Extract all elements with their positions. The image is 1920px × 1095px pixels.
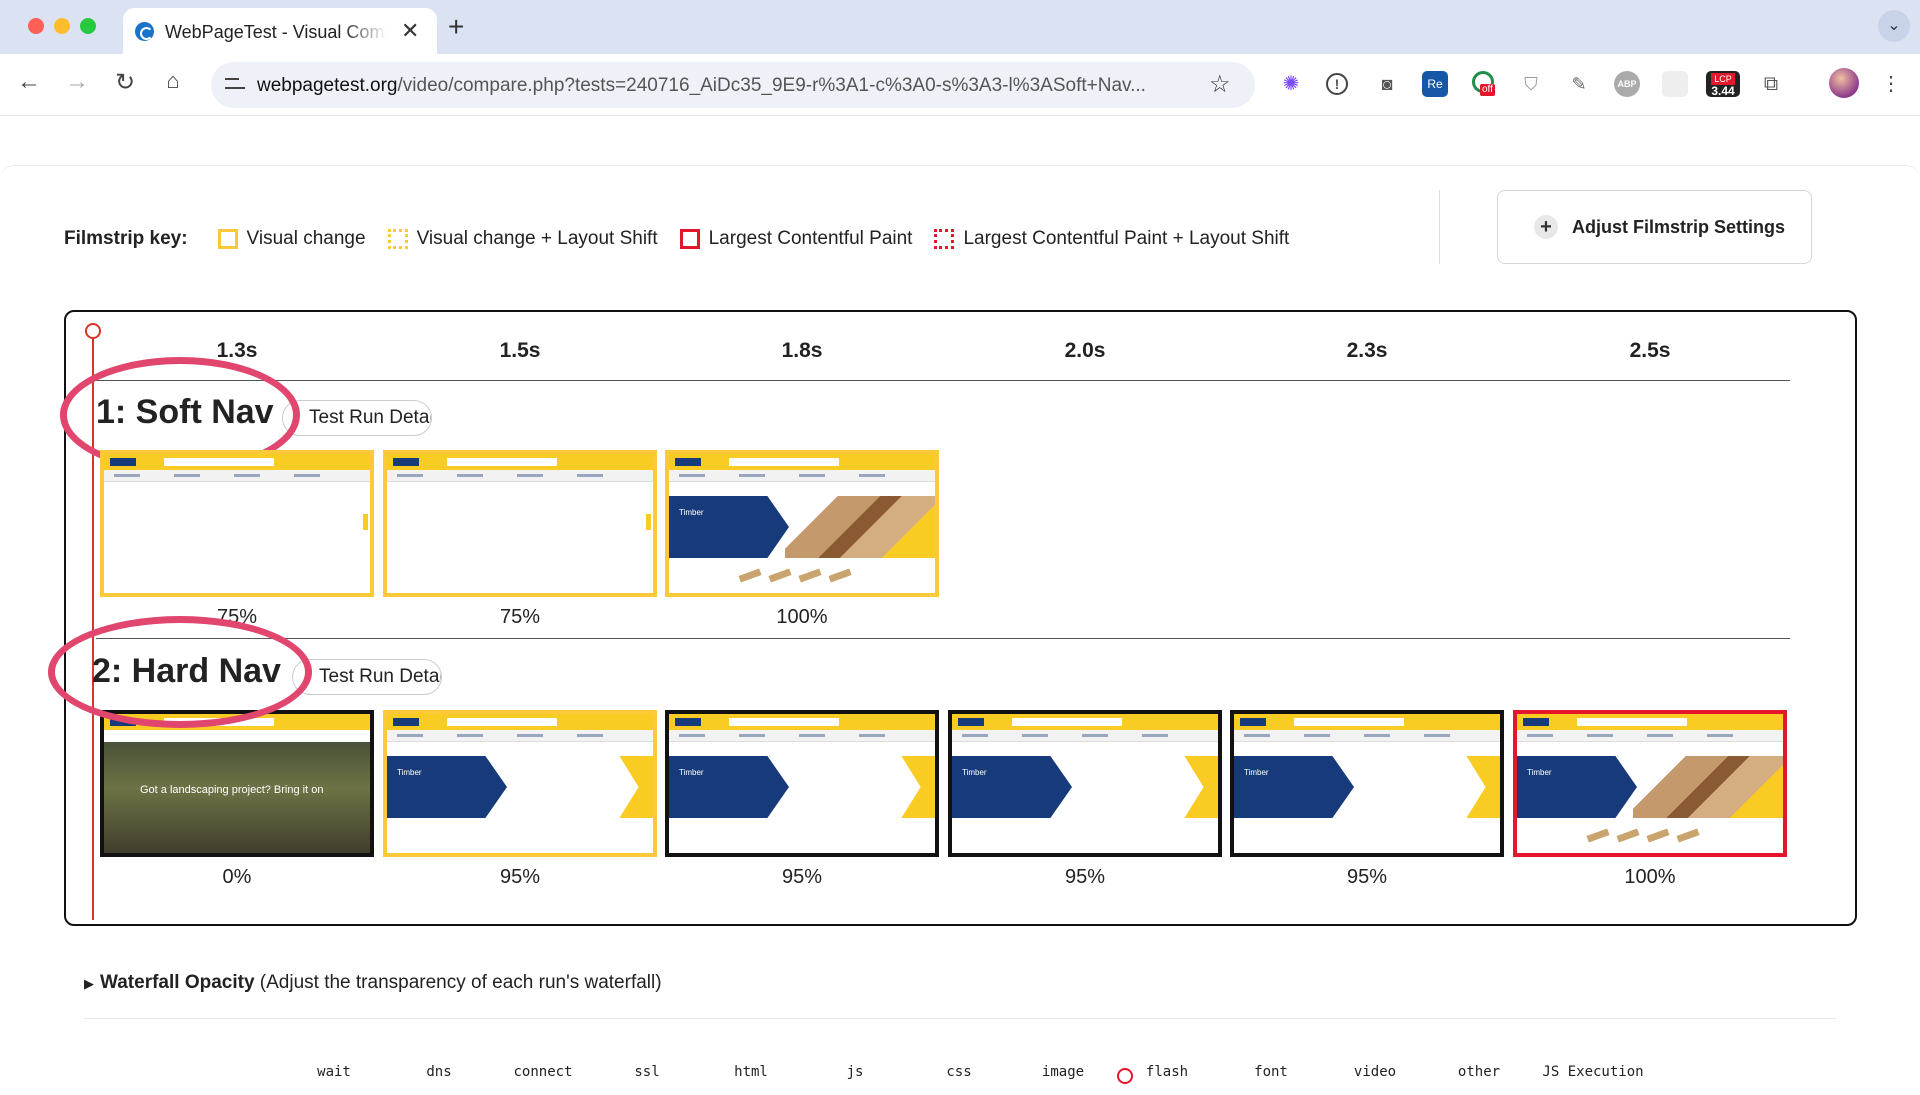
minimize-window-button[interactable]	[54, 18, 70, 34]
time-label: 1.5s	[499, 339, 541, 362]
tab-search-chevron-icon[interactable]: ⌄	[1878, 10, 1910, 42]
extension-pin-icon[interactable]: ✎	[1566, 71, 1592, 97]
disclosure-triangle-icon: ▶	[84, 976, 94, 991]
extension-lcp-icon[interactable]: LCP 3.44	[1706, 71, 1740, 97]
browser-menu-kebab-icon[interactable]: ⋮	[1878, 71, 1904, 97]
run-2-frame-1[interactable]: Got a landscaping project? Bring it on	[100, 710, 374, 857]
browser-toolbar: ← → ↻ ⌂ webpagetest.org/video/compare.ph…	[0, 54, 1920, 116]
run-2-frame-6[interactable]: Timber	[1513, 710, 1787, 857]
visual-change-layout-shift-swatch	[387, 229, 408, 249]
annotation-circle-run-2	[48, 616, 312, 728]
run-2-frame-3[interactable]: Timber	[665, 710, 939, 857]
time-header-divider	[96, 380, 1790, 381]
plus-icon: +	[1534, 215, 1558, 239]
webpagetest-favicon-icon	[135, 22, 154, 41]
visual-change-swatch	[217, 229, 238, 249]
extension-shield-icon[interactable]: ⛉	[1518, 71, 1544, 97]
extension-readability-icon[interactable]: Re	[1422, 71, 1448, 97]
legend-js: js	[846, 1064, 864, 1080]
run-2-frame-5[interactable]: Timber	[1230, 710, 1504, 857]
extension-adblock-icon[interactable]: ABP	[1614, 71, 1640, 97]
run-2-frame-6-progress: 100%	[1624, 866, 1676, 888]
filmstrip-key: Filmstrip key: Visual change Visual chan…	[64, 228, 1311, 250]
run-1-label: 1: Soft Nav	[96, 393, 274, 431]
tab-title: WebPageTest - Visual Compa	[165, 22, 387, 42]
back-button[interactable]: ←	[14, 68, 44, 96]
legend-ssl: ssl	[634, 1064, 660, 1080]
legend-video: video	[1353, 1064, 1397, 1080]
run-2-frame-1-progress: 0%	[222, 866, 252, 888]
close-window-button[interactable]	[28, 18, 44, 34]
legend-dns: dns	[426, 1064, 452, 1080]
legend-other: other	[1457, 1064, 1501, 1080]
legend-font: font	[1254, 1064, 1288, 1080]
url-text[interactable]: webpagetest.org/video/compare.php?tests=…	[257, 75, 1197, 97]
time-label: 2.5s	[1629, 339, 1671, 362]
extension-camera-icon[interactable]: ◙	[1374, 71, 1400, 97]
run-1-frame-3[interactable]: Timber	[665, 450, 939, 597]
legend-js-execution: JS Execution	[1542, 1064, 1644, 1080]
key-lcp-layout-shift: Largest Contentful Paint + Layout Shift	[934, 228, 1289, 250]
extensions-puzzle-icon[interactable]: ⧉	[1758, 71, 1784, 97]
extension-gear-icon[interactable]: ✺	[1278, 71, 1304, 97]
forward-button[interactable]: →	[62, 68, 92, 96]
run-1-frame-2[interactable]	[383, 450, 657, 597]
run-2-frame-2[interactable]: Timber	[383, 710, 657, 857]
key-visual-change-layout-shift: Visual change + Layout Shift	[387, 228, 658, 250]
time-label: 1.8s	[781, 339, 823, 362]
run-divider	[96, 638, 1790, 639]
lcp-swatch	[679, 229, 700, 249]
key-lcp: Largest Contentful Paint	[679, 228, 912, 250]
profile-avatar[interactable]	[1829, 68, 1859, 98]
home-button[interactable]: ⌂	[158, 68, 188, 94]
site-settings-icon[interactable]	[225, 74, 247, 94]
run-2-frame-2-progress: 95%	[499, 866, 541, 888]
extension-info-icon[interactable]: !	[1326, 73, 1348, 95]
extension-off-icon[interactable]: off	[1472, 71, 1498, 97]
run-1-frame-2-progress: 75%	[499, 606, 541, 628]
address-bar[interactable]: webpagetest.org/video/compare.php?tests=…	[211, 62, 1255, 108]
run-2-frame-4-progress: 95%	[1064, 866, 1106, 888]
tab-close-icon[interactable]: ✕	[401, 18, 419, 44]
run-1-details-button[interactable]: Test Run Details	[282, 400, 432, 436]
legend-wait: wait	[317, 1064, 351, 1080]
legend-html: html	[734, 1064, 768, 1080]
lcp-layout-shift-swatch	[934, 229, 955, 249]
run-2-frame-5-progress: 95%	[1346, 866, 1388, 888]
filmstrip-key-title: Filmstrip key:	[64, 228, 188, 249]
run-2-frame-3-progress: 95%	[781, 866, 823, 888]
legend-flash: flash	[1145, 1064, 1189, 1080]
run-2-details-button[interactable]: Test Run Details	[292, 659, 442, 695]
run-1-frame-3-progress: 100%	[776, 606, 828, 628]
browser-tab-bar: WebPageTest - Visual Compa ✕ + ⌄	[0, 0, 1920, 54]
legend-css: css	[946, 1064, 972, 1080]
waterfall-opacity-toggle[interactable]: ▶ Waterfall Opacity (Adjust the transpare…	[84, 972, 662, 994]
time-label: 2.3s	[1346, 339, 1388, 362]
new-tab-button[interactable]: +	[448, 11, 464, 43]
playhead-handle[interactable]	[85, 323, 101, 339]
header-divider	[1439, 190, 1440, 264]
run-2-frame-4[interactable]: Timber	[948, 710, 1222, 857]
browser-tab-active[interactable]: WebPageTest - Visual Compa ✕	[123, 8, 437, 54]
maximize-window-button[interactable]	[80, 18, 96, 34]
key-visual-change: Visual change	[217, 228, 366, 250]
extension-grid-icon[interactable]	[1662, 71, 1688, 97]
reload-button[interactable]: ↻	[110, 68, 140, 97]
time-label: 2.0s	[1064, 339, 1106, 362]
legend-connect: connect	[513, 1064, 573, 1080]
bookmark-star-icon[interactable]: ☆	[1209, 70, 1231, 99]
adjust-filmstrip-settings-button[interactable]: + Adjust Filmstrip Settings	[1497, 190, 1812, 264]
run-1-frame-1[interactable]	[100, 450, 374, 597]
legend-image: image	[1041, 1064, 1085, 1080]
section-divider	[84, 1018, 1836, 1019]
